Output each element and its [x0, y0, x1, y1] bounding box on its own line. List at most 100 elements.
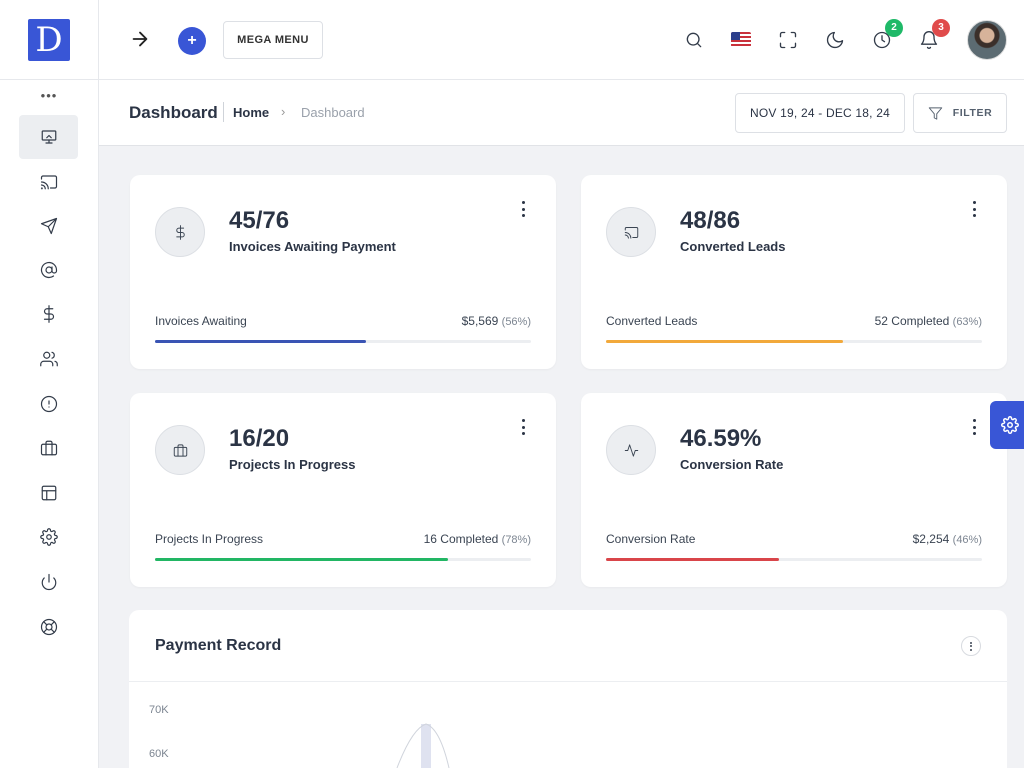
breadcrumb-current: Dashboard	[301, 105, 365, 120]
cast-icon	[624, 226, 638, 239]
payment-chart	[396, 723, 450, 768]
sidebar-item-logout[interactable]	[19, 560, 78, 604]
progress-label: Invoices Awaiting	[155, 314, 247, 328]
progress-bar	[155, 340, 531, 343]
progress-value: 52 Completed (63%)	[875, 314, 982, 328]
progress-percent: (56%)	[501, 316, 531, 328]
notifications-badge: 3	[932, 19, 950, 37]
mega-menu-button[interactable]: MEGA MENU	[223, 21, 323, 59]
cast-icon	[40, 175, 57, 190]
sidebar-item-finance[interactable]	[19, 292, 78, 336]
app-logo[interactable]: D	[28, 18, 70, 61]
sidebar-item-cast[interactable]	[19, 160, 78, 204]
sidebar-item-projects[interactable]	[19, 426, 78, 470]
activity-icon	[624, 443, 638, 457]
settings-icon	[39, 528, 58, 546]
stat-card-conversion: 46.59% Conversion Rate Conversion Rate $…	[581, 393, 1007, 587]
progress-value: $5,569 (56%)	[462, 314, 531, 328]
chevron-right-icon: ›	[281, 104, 286, 119]
page-header: Dashboard Home › Dashboard NOV 19, 24 - …	[99, 80, 1024, 146]
power-icon	[41, 573, 56, 591]
user-avatar[interactable]	[967, 20, 1007, 60]
dark-mode-button[interactable]	[824, 29, 846, 51]
card-label: Converted Leads	[680, 239, 786, 254]
card-more-menu-icon[interactable]	[520, 419, 526, 435]
sidebar-item-send[interactable]	[19, 204, 78, 248]
progress-bar	[606, 558, 982, 561]
moon-icon	[826, 31, 844, 49]
card-icon-circle	[155, 207, 205, 257]
progress-bar	[155, 558, 531, 561]
search-button[interactable]	[683, 29, 705, 51]
sidebar-item-users[interactable]	[19, 337, 78, 381]
date-range-picker[interactable]: NOV 19, 24 - DEC 18, 24	[735, 93, 905, 133]
sidebar-item-email[interactable]	[19, 248, 78, 292]
sidebar-item-settings[interactable]	[19, 515, 78, 559]
progress-label: Projects In Progress	[155, 532, 264, 546]
clock-badge: 2	[885, 19, 903, 37]
breadcrumb-home-link[interactable]: Home	[233, 105, 269, 120]
dollar-icon	[175, 224, 185, 240]
card-icon-circle	[606, 425, 656, 475]
card-label: Conversion Rate	[680, 457, 784, 472]
progress-percent: (78%)	[501, 534, 531, 546]
top-header: + MEGA MENU 2 3	[99, 0, 1024, 80]
fullscreen-icon	[779, 31, 797, 49]
more-dots-icon[interactable]: •••	[0, 89, 98, 112]
progress-percent: (63%)	[952, 316, 982, 328]
progress-label: Converted Leads	[606, 314, 698, 328]
dollar-icon	[43, 305, 54, 323]
card-value: 16/20	[229, 425, 290, 452]
card-more-menu-icon[interactable]	[520, 201, 526, 217]
progress-bar-fill	[606, 340, 843, 343]
add-button[interactable]: +	[178, 27, 206, 55]
fullscreen-button[interactable]	[777, 29, 799, 51]
progress-amount: 52 Completed	[874, 314, 950, 328]
filter-icon	[928, 106, 942, 120]
theme-settings-button[interactable]	[990, 401, 1024, 449]
card-icon-circle	[155, 425, 205, 475]
progress-value: $2,254 (46%)	[913, 532, 982, 546]
breadcrumb-divider	[223, 102, 224, 122]
users-icon	[39, 351, 58, 367]
activity-clock-button[interactable]: 2	[871, 19, 903, 51]
page-title: Dashboard	[129, 103, 218, 122]
progress-amount: $2,254	[912, 532, 950, 546]
payment-record-panel: Payment Record 70K 60K	[129, 610, 1007, 768]
sidebar-item-layout[interactable]	[19, 471, 78, 515]
settings-icon	[1001, 416, 1019, 434]
stat-card-leads: 48/86 Converted Leads Converted Leads 52…	[581, 175, 1007, 369]
filter-button[interactable]: FILTER	[913, 93, 1007, 133]
sidebar-item-dashboard[interactable]	[19, 115, 78, 159]
logo-area: D	[0, 0, 98, 80]
lifebuoy-icon	[40, 618, 57, 636]
notifications-button[interactable]: 3	[918, 19, 950, 51]
progress-bar-fill	[155, 558, 449, 561]
us-flag-icon[interactable]	[731, 32, 751, 47]
card-more-menu-icon[interactable]	[971, 201, 977, 217]
card-more-menu-icon[interactable]	[971, 419, 977, 435]
arrow-right-icon	[132, 31, 148, 47]
card-value: 48/86	[680, 207, 741, 234]
sidebar-item-help[interactable]	[19, 605, 78, 649]
card-label: Projects In Progress	[229, 457, 356, 472]
stat-card-invoices: 45/76 Invoices Awaiting Payment Invoices…	[130, 175, 556, 369]
chart-bar	[421, 724, 431, 768]
progress-amount: 16 Completed	[423, 532, 499, 546]
send-icon	[40, 217, 57, 235]
sidebar-toggle-button[interactable]	[129, 28, 153, 52]
progress-amount: $5,569	[461, 314, 499, 328]
progress-bar-fill	[606, 558, 779, 561]
sidebar: D •••	[0, 0, 99, 768]
monitor-icon	[41, 130, 56, 144]
progress-value: 16 Completed (78%)	[424, 532, 531, 546]
panel-more-menu-icon[interactable]	[961, 636, 981, 656]
search-icon	[686, 32, 702, 48]
at-sign-icon	[40, 261, 57, 279]
panel-title: Payment Record	[155, 637, 282, 654]
progress-label: Conversion Rate	[606, 532, 696, 546]
briefcase-icon	[40, 440, 57, 456]
alert-circle-icon	[40, 395, 57, 413]
stat-card-projects: 16/20 Projects In Progress Projects In P…	[130, 393, 556, 587]
sidebar-item-alerts[interactable]	[19, 382, 78, 426]
